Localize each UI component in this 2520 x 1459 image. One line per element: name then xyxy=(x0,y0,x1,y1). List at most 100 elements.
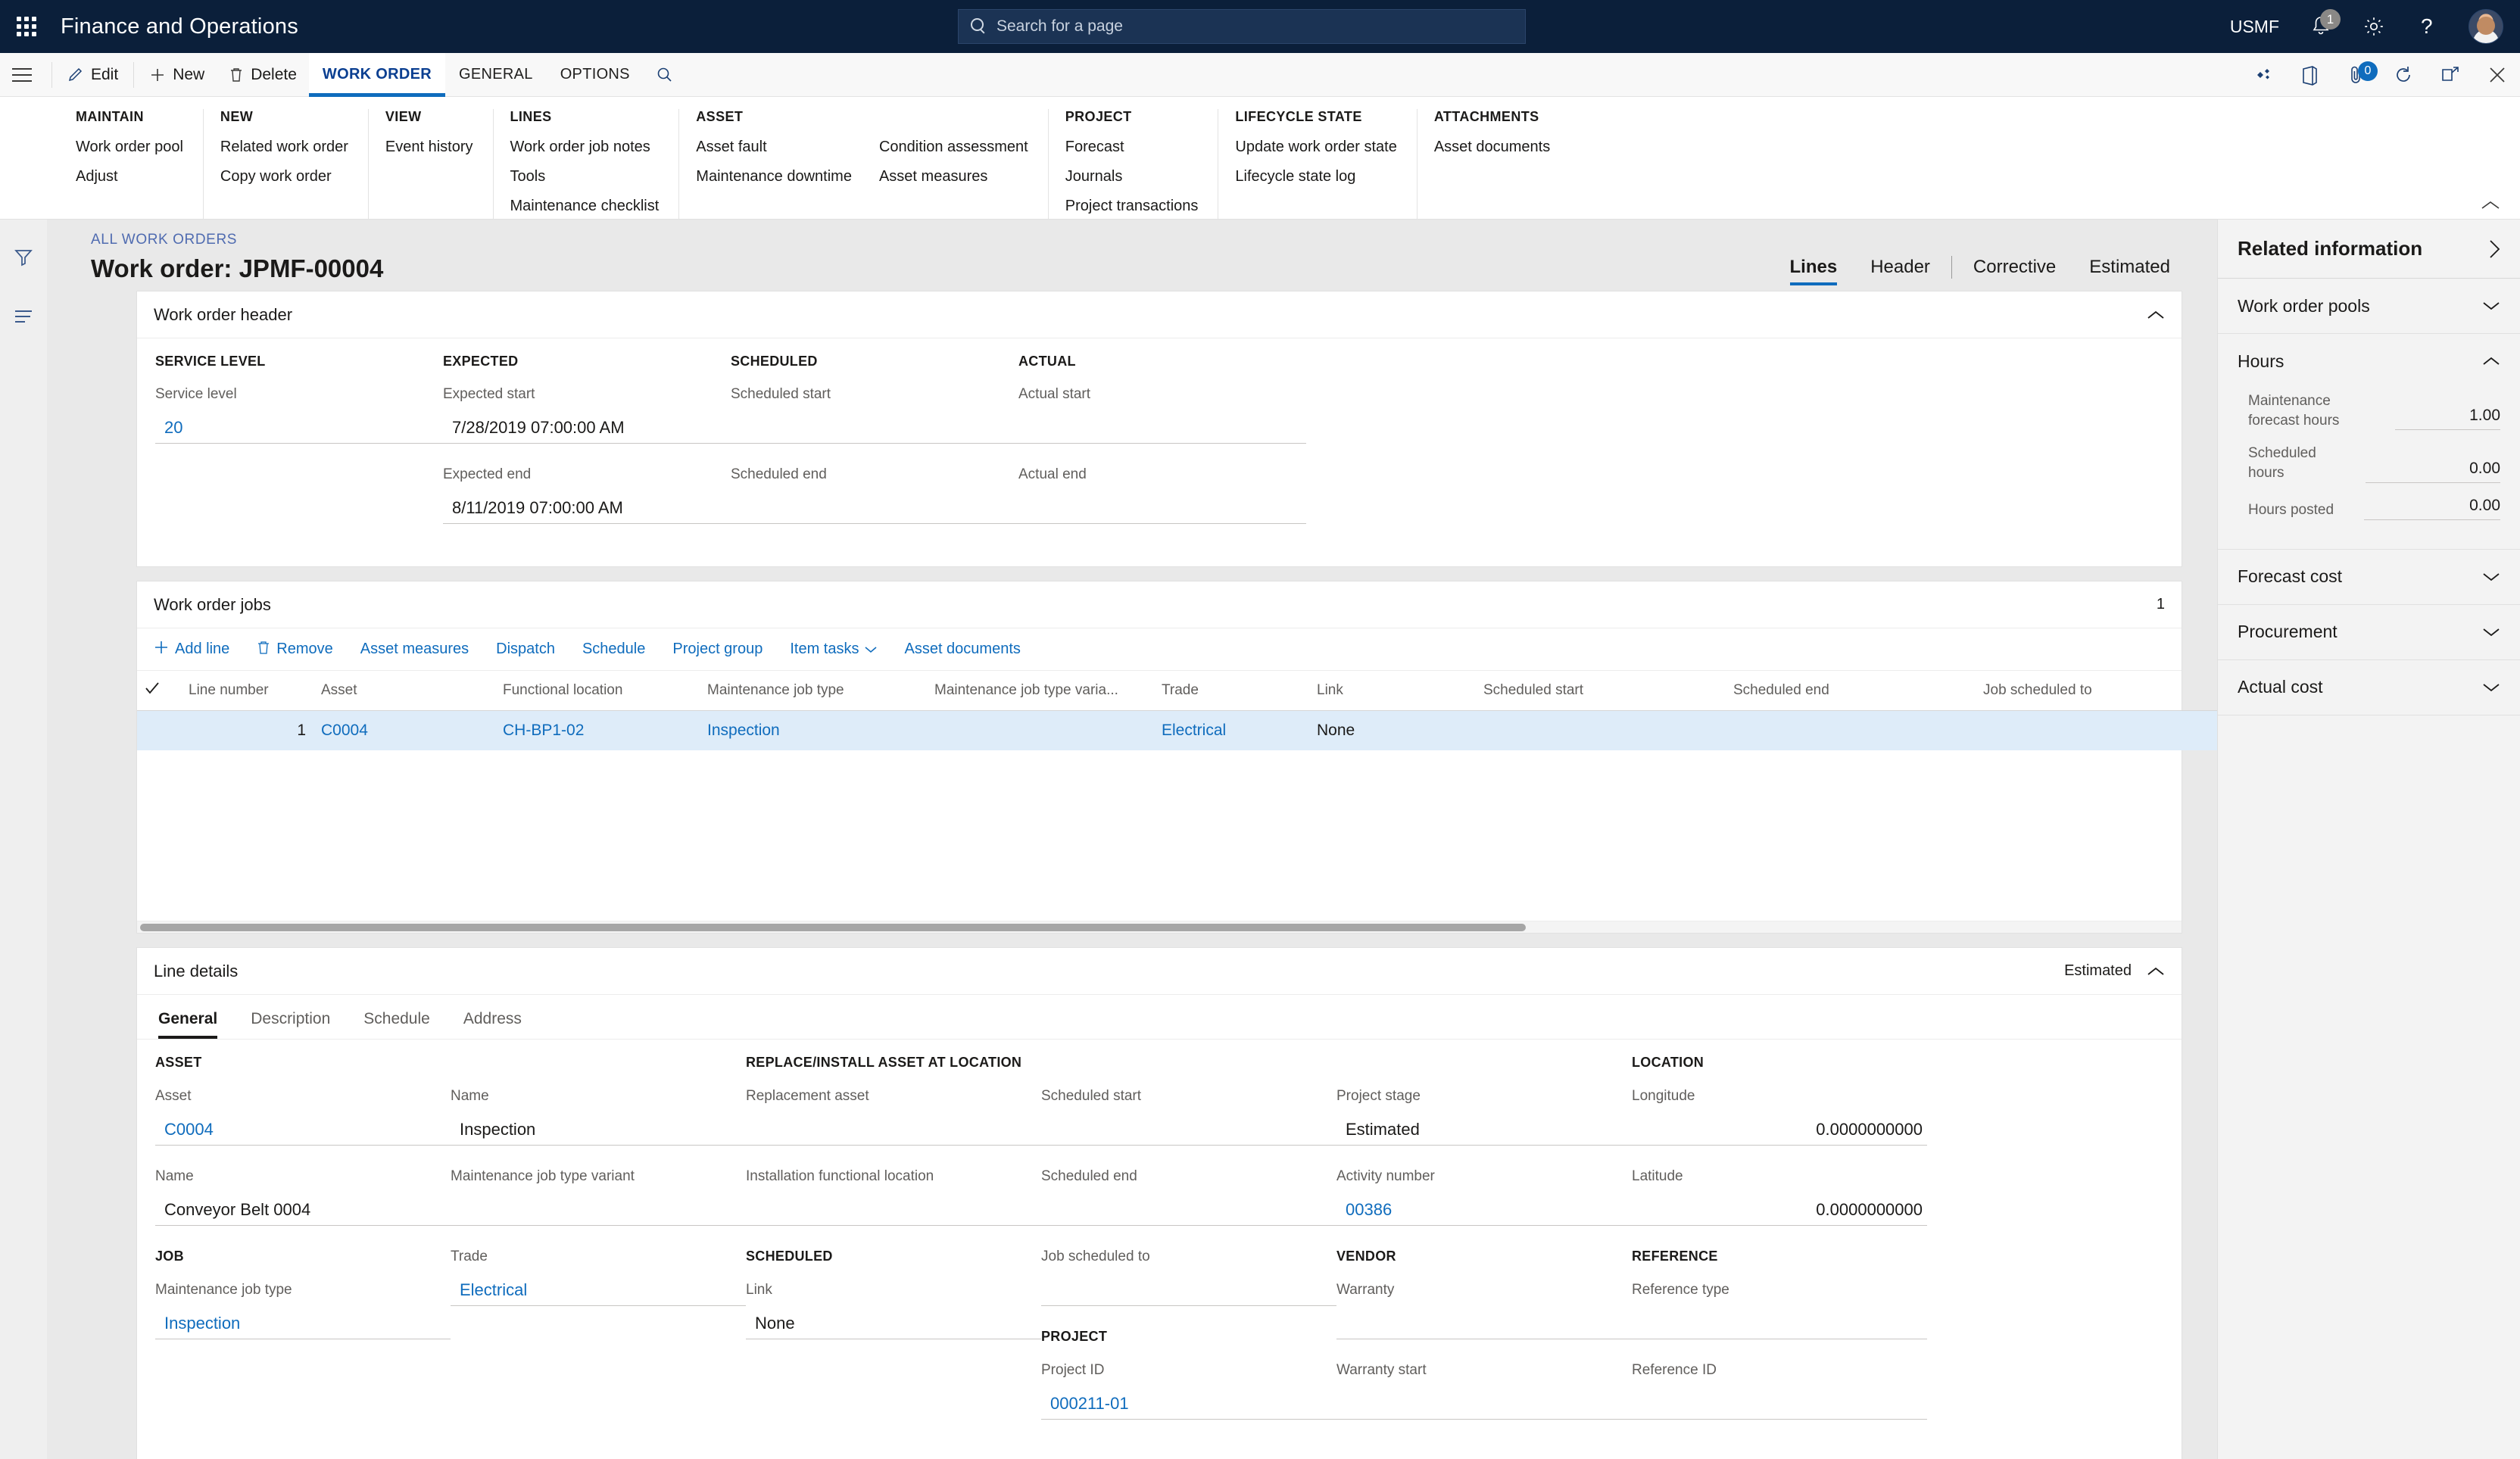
chevron-right-icon[interactable] xyxy=(2488,239,2500,259)
cell-link[interactable]: None xyxy=(1309,711,1476,751)
field-value[interactable]: 00386 xyxy=(1336,1194,1632,1226)
line-details-tab-description[interactable]: Description xyxy=(234,1004,347,1039)
ribbon-item-maintenance-downtime[interactable]: Maintenance downtime xyxy=(696,168,852,185)
field-value[interactable] xyxy=(746,1114,1041,1146)
cell-to[interactable]: N xyxy=(2210,711,2217,751)
field-value[interactable] xyxy=(1336,1308,1632,1339)
ribbon-item-adjust[interactable]: Adjust xyxy=(76,168,183,185)
column-header-trade[interactable]: Trade xyxy=(1154,671,1309,711)
ribbon-item-related-work-order[interactable]: Related work order xyxy=(220,139,348,156)
tab-general[interactable]: GENERAL xyxy=(445,53,547,97)
jobs-toolbar-schedule[interactable]: Schedule xyxy=(569,633,659,666)
field-value[interactable]: 8/11/2019 07:00:00 AM xyxy=(443,492,731,524)
cell-maintenance-job-type[interactable]: Inspection xyxy=(700,711,927,751)
field-value[interactable] xyxy=(1018,492,1306,524)
column-header-maintenance-job-type[interactable]: Maintenance job type xyxy=(700,671,927,711)
company-label[interactable]: USMF xyxy=(2230,17,2279,37)
chevron-up-icon[interactable] xyxy=(2147,966,2165,977)
page-tab-header[interactable]: Header xyxy=(1854,257,1947,278)
column-header-scheduled-start[interactable]: Scheduled start xyxy=(1476,671,1726,711)
tab-options[interactable]: OPTIONS xyxy=(547,53,644,97)
line-details-tab-general[interactable]: General xyxy=(154,1004,234,1039)
hamburger-icon[interactable] xyxy=(12,67,32,82)
related-row-value[interactable]: 0.00 xyxy=(2366,460,2500,483)
field-value[interactable]: 0.0000000000 xyxy=(1632,1194,1927,1226)
select-all-checkbox[interactable] xyxy=(137,671,181,711)
chevron-up-icon[interactable] xyxy=(2481,200,2500,214)
new-button[interactable]: New xyxy=(137,53,217,97)
cell-trade[interactable]: Electrical xyxy=(1154,711,1309,751)
cell-scheduled-start[interactable] xyxy=(1476,711,1726,751)
jobs-toolbar-item-tasks[interactable]: Item tasks xyxy=(776,633,890,666)
edit-button[interactable]: Edit xyxy=(55,53,130,97)
popout-icon[interactable] xyxy=(2438,63,2462,87)
list-view-icon[interactable] xyxy=(13,308,34,329)
ribbon-item-work-order-pool[interactable]: Work order pool xyxy=(76,139,183,156)
attachment-icon[interactable]: 0 xyxy=(2344,61,2378,87)
question-mark-icon[interactable]: ? xyxy=(2417,14,2437,39)
line-details-tab-address[interactable]: Address xyxy=(447,1004,538,1039)
page-tab-corrective[interactable]: Corrective xyxy=(1957,257,2072,278)
ribbon-item-tools[interactable]: Tools xyxy=(510,168,660,185)
field-value[interactable] xyxy=(1018,412,1306,444)
cell-line-number[interactable]: 1 xyxy=(181,711,313,751)
filter-icon[interactable] xyxy=(13,247,34,272)
ribbon-item-condition-assessment[interactable]: Condition assessment xyxy=(879,139,1028,156)
bell-icon[interactable]: 1 xyxy=(2311,9,2341,38)
field-value[interactable]: Conveyor Belt 0004 xyxy=(155,1194,451,1226)
cell-scheduled-end[interactable] xyxy=(1726,711,1976,751)
cell-maintenance-job-type-variant[interactable] xyxy=(927,711,1154,751)
field-value[interactable]: Inspection xyxy=(155,1308,451,1339)
field-value[interactable] xyxy=(1632,1308,1927,1339)
related-section-header[interactable]: Procurement xyxy=(2218,605,2520,659)
refresh-icon[interactable] xyxy=(2391,63,2416,87)
delete-button[interactable]: Delete xyxy=(217,53,309,97)
gear-icon[interactable] xyxy=(2362,15,2385,38)
jobs-toolbar-asset-documents[interactable]: Asset documents xyxy=(890,633,1034,666)
table-row[interactable]: 1C0004CH-BP1-02Inspection ElectricalNone N xyxy=(137,710,2217,751)
ribbon-item-work-order-job-notes[interactable]: Work order job notes xyxy=(510,139,660,156)
app-launcher-icon[interactable] xyxy=(14,14,39,39)
ribbon-item-project-transactions[interactable]: Project transactions xyxy=(1065,198,1199,215)
ribbon-item-asset-fault[interactable]: Asset fault xyxy=(696,139,852,156)
cell-asset[interactable]: C0004 xyxy=(313,711,495,751)
column-header-line-number[interactable]: Line number xyxy=(181,671,313,711)
row-checkbox[interactable] xyxy=(137,711,181,751)
breadcrumb[interactable]: ALL WORK ORDERS xyxy=(91,232,383,248)
related-row-value[interactable]: 1.00 xyxy=(2395,407,2500,431)
jobs-toolbar-add-line[interactable]: Add line xyxy=(154,633,243,666)
jobs-toolbar-remove[interactable]: Remove xyxy=(243,633,346,666)
chevron-down-icon[interactable] xyxy=(2482,682,2500,693)
column-header-scheduled-end[interactable]: Scheduled end xyxy=(1726,671,1976,711)
field-value[interactable]: 20 xyxy=(155,412,443,444)
ribbon-item-lifecycle-state-log[interactable]: Lifecycle state log xyxy=(1235,168,1396,185)
page-tab-lines[interactable]: Lines xyxy=(1773,257,1854,285)
field-value[interactable]: 000211-01 xyxy=(1041,1388,1336,1420)
field-value[interactable]: 7/28/2019 07:00:00 AM xyxy=(443,412,731,444)
field-value[interactable] xyxy=(731,412,1018,444)
column-header-asset[interactable]: Asset xyxy=(313,671,495,711)
field-value[interactable] xyxy=(746,1194,1041,1226)
field-value[interactable]: Inspection xyxy=(451,1114,746,1146)
field-value[interactable]: Estimated xyxy=(1336,1114,1632,1146)
field-value[interactable]: Electrical xyxy=(451,1274,746,1306)
jobs-toolbar-dispatch[interactable]: Dispatch xyxy=(482,633,569,666)
related-section-header[interactable]: Work order pools xyxy=(2218,279,2520,333)
office-icon[interactable] xyxy=(2297,63,2322,87)
column-header-link[interactable]: Link xyxy=(1309,671,1476,711)
ribbon-item-copy-work-order[interactable]: Copy work order xyxy=(220,168,348,185)
line-details-tab-schedule[interactable]: Schedule xyxy=(347,1004,447,1039)
related-section-header[interactable]: Hours xyxy=(2218,334,2520,388)
ribbon-item-journals[interactable]: Journals xyxy=(1065,168,1199,185)
related-section-header[interactable]: Forecast cost xyxy=(2218,550,2520,604)
chevron-down-icon[interactable] xyxy=(2482,627,2500,638)
related-section-header[interactable]: Actual cost xyxy=(2218,660,2520,715)
field-value[interactable] xyxy=(1041,1194,1336,1226)
global-search-box[interactable]: Search for a page xyxy=(958,9,1526,44)
cell-functional-location[interactable]: CH-BP1-02 xyxy=(495,711,700,751)
field-value[interactable] xyxy=(1336,1388,1632,1420)
chevron-down-icon[interactable] xyxy=(2482,301,2500,311)
field-value[interactable] xyxy=(1632,1388,1927,1420)
ribbon-item-asset-documents[interactable]: Asset documents xyxy=(1434,139,1550,156)
ribbon-item-forecast[interactable]: Forecast xyxy=(1065,139,1199,156)
